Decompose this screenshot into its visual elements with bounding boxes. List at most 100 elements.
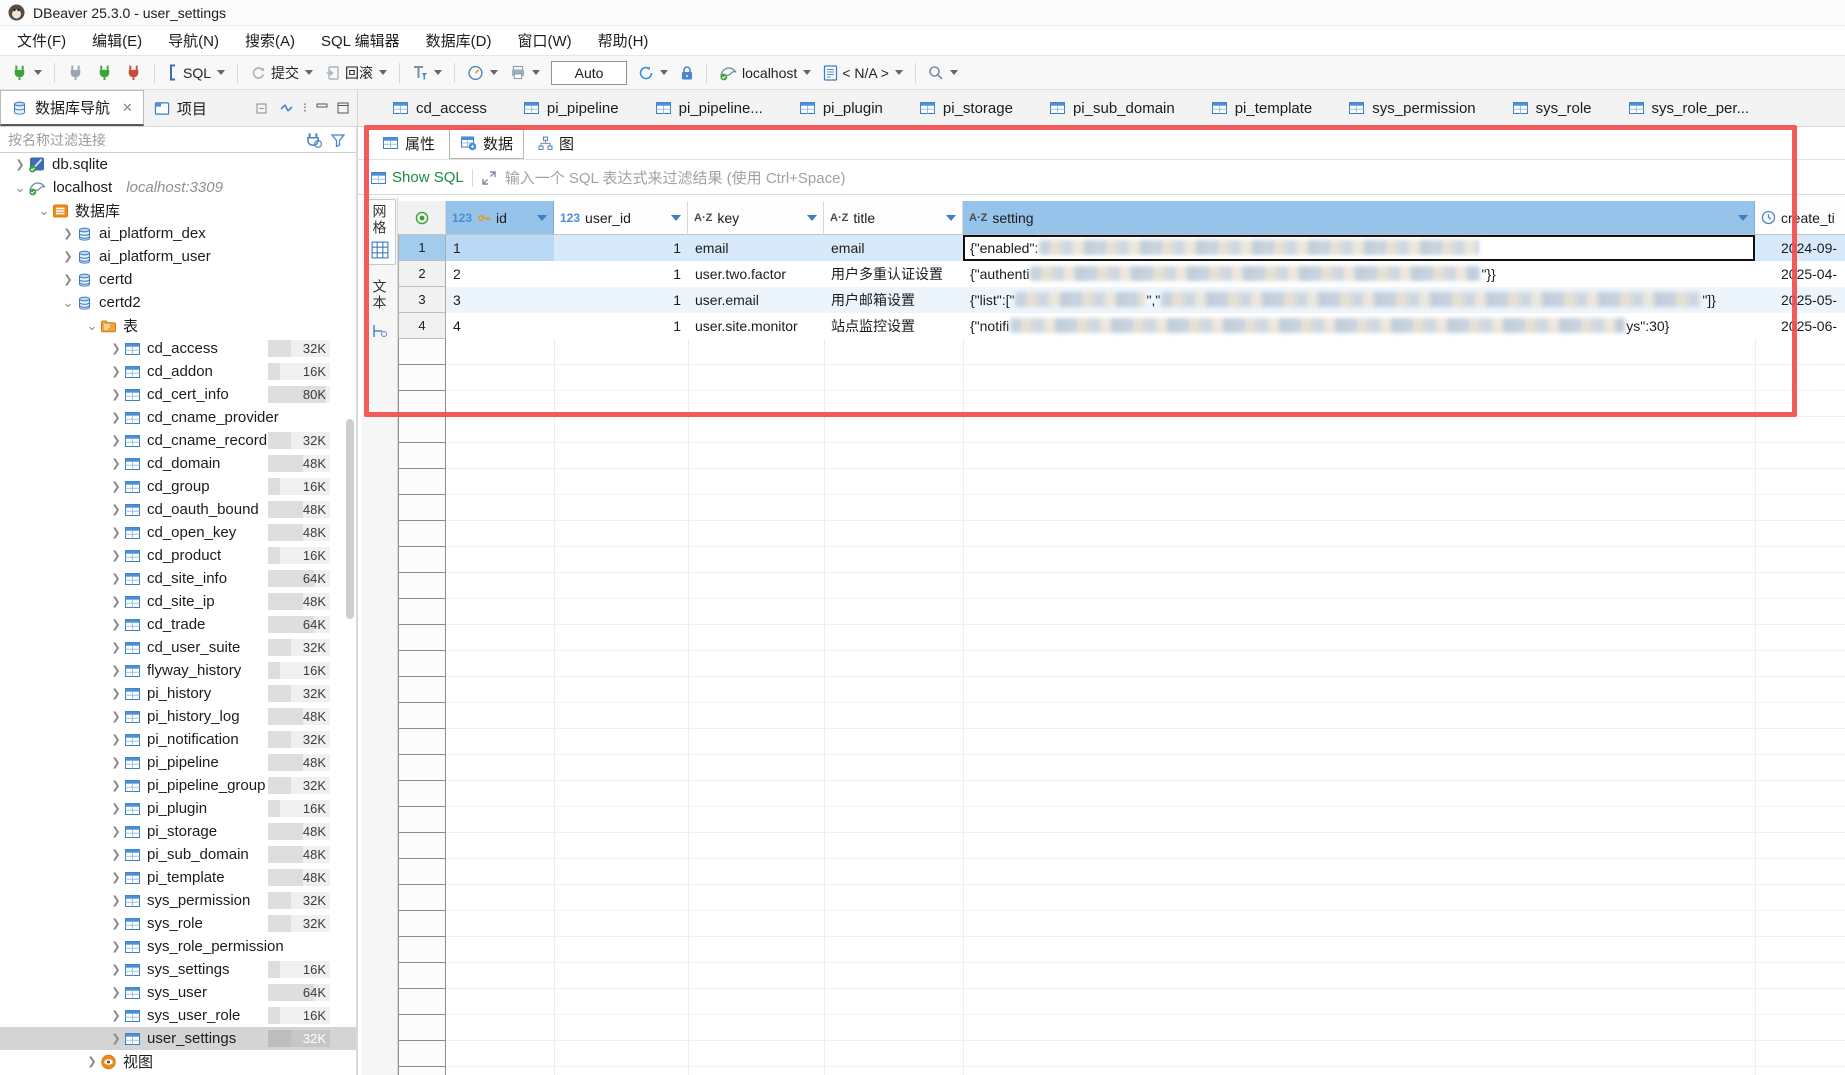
new-connection-button[interactable] — [6, 61, 47, 84]
data-cell[interactable]: 1 — [446, 235, 554, 261]
tree-item-sys_role_permission[interactable]: ❯sys_role_permission — [0, 935, 356, 958]
data-cell[interactable]: 2025-05- — [1755, 287, 1845, 313]
tree-item-certd[interactable]: ❯certd — [0, 268, 356, 291]
tree-item-cd_domain[interactable]: ❯cd_domain48K — [0, 452, 356, 475]
tree-item-视图[interactable]: ❯视图 — [0, 1050, 356, 1073]
editor-tab-pi_storage[interactable]: pi_storage — [903, 90, 1029, 126]
chevron-right-icon[interactable]: ❯ — [108, 526, 124, 539]
tree-item-pi_pipeline_group[interactable]: ❯pi_pipeline_group32K — [0, 774, 356, 797]
tree-item-db.sqlite[interactable]: ❯db.sqlite — [0, 153, 356, 176]
tree-item-cd_cert_info[interactable]: ❯cd_cert_info80K — [0, 383, 356, 406]
search-button[interactable] — [923, 62, 963, 84]
tree-item-ai_platform_user[interactable]: ❯ai_platform_user — [0, 245, 356, 268]
data-cell[interactable]: 2025-04- — [1755, 261, 1845, 287]
performance-button[interactable] — [462, 62, 503, 84]
connection-selector[interactable]: localhost — [714, 62, 816, 84]
chevron-right-icon[interactable]: ❯ — [108, 963, 124, 976]
editor-tab-pi_pipeline[interactable]: pi_pipeline — [507, 90, 635, 126]
empty-row-number-cell[interactable] — [398, 547, 446, 573]
chevron-right-icon[interactable]: ❯ — [108, 710, 124, 723]
tree-item-cd_group[interactable]: ❯cd_group16K — [0, 475, 356, 498]
tree-item-pi_notification[interactable]: ❯pi_notification32K — [0, 728, 356, 751]
chevron-right-icon[interactable]: ❯ — [108, 779, 124, 792]
empty-row-number-cell[interactable] — [398, 391, 446, 417]
empty-row-number-cell[interactable] — [398, 703, 446, 729]
auto-commit-combo[interactable]: Auto — [551, 61, 627, 85]
chevron-right-icon[interactable]: ❯ — [12, 158, 28, 171]
empty-row-number-cell[interactable] — [398, 495, 446, 521]
tree-item-pi_pipeline[interactable]: ❯pi_pipeline48K — [0, 751, 356, 774]
chevron-right-icon[interactable]: ❯ — [108, 1009, 124, 1022]
tree-item-表[interactable]: ⌄表 — [0, 314, 356, 337]
chevron-right-icon[interactable]: ❯ — [108, 986, 124, 999]
tree-item-cd_user_suite[interactable]: ❯cd_user_suite32K — [0, 636, 356, 659]
lock-button[interactable] — [675, 62, 699, 84]
tab-database-navigator[interactable]: 数据库导航 ✕ — [0, 90, 144, 126]
data-cell[interactable]: 1 — [554, 261, 688, 287]
chevron-right-icon[interactable]: ❯ — [108, 917, 124, 930]
tree-item-sys_settings[interactable]: ❯sys_settings16K — [0, 958, 356, 981]
column-header-key[interactable]: A·Zkey — [688, 201, 824, 235]
menu-item-1[interactable]: 编辑(E) — [79, 26, 155, 55]
column-header-setting[interactable]: A·Zsetting — [963, 201, 1755, 235]
tree-item-cd_site_info[interactable]: ❯cd_site_info64K — [0, 567, 356, 590]
data-cell[interactable]: 2 — [446, 261, 554, 287]
data-cell[interactable]: {"authenti"}} — [963, 261, 1755, 287]
editor-tab-pi_plugin[interactable]: pi_plugin — [783, 90, 899, 126]
chevron-right-icon[interactable]: ❯ — [108, 365, 124, 378]
empty-row-number-cell[interactable] — [398, 755, 446, 781]
filter-funnel-icon[interactable] — [330, 131, 346, 149]
chevron-right-icon[interactable]: ❯ — [108, 457, 124, 470]
chevron-right-icon[interactable]: ❯ — [108, 342, 124, 355]
empty-row-number-cell[interactable] — [398, 443, 446, 469]
empty-row-number-cell[interactable] — [398, 781, 446, 807]
close-icon[interactable]: ✕ — [122, 100, 133, 116]
tree-item-cd_product[interactable]: ❯cd_product16K — [0, 544, 356, 567]
connection-filter-input[interactable] — [0, 128, 294, 152]
column-header-id[interactable]: 123id — [446, 201, 554, 235]
database-selector[interactable]: < N/A > — [818, 62, 908, 84]
tree-item-localhost[interactable]: ⌄localhostlocalhost:3309 — [0, 176, 356, 199]
empty-row-number-cell[interactable] — [398, 469, 446, 495]
empty-row-number-cell[interactable] — [398, 859, 446, 885]
data-cell[interactable]: 3 — [446, 287, 554, 313]
chevron-right-icon[interactable]: ❯ — [108, 825, 124, 838]
data-cell[interactable]: user.email — [688, 287, 824, 313]
tree-item-cd_cname_record[interactable]: ❯cd_cname_record32K — [0, 429, 356, 452]
editor-tab-pi_sub_domain[interactable]: pi_sub_domain — [1033, 90, 1191, 126]
column-dropdown-icon[interactable] — [671, 215, 681, 221]
empty-row-number-cell[interactable] — [398, 911, 446, 937]
menu-item-5[interactable]: 数据库(D) — [413, 26, 505, 55]
empty-row-number-cell[interactable] — [398, 833, 446, 859]
column-dropdown-icon[interactable] — [946, 215, 956, 221]
data-cell[interactable]: 1 — [554, 287, 688, 313]
menu-item-7[interactable]: 帮助(H) — [585, 26, 662, 55]
empty-row-number-cell[interactable] — [398, 989, 446, 1015]
tree-item-cd_open_key[interactable]: ❯cd_open_key48K — [0, 521, 356, 544]
empty-row-number-cell[interactable] — [398, 365, 446, 391]
empty-row-number-cell[interactable] — [398, 521, 446, 547]
data-cell[interactable]: 1 — [554, 235, 688, 261]
tree-item-sys_user[interactable]: ❯sys_user64K — [0, 981, 356, 1004]
chevron-right-icon[interactable]: ❯ — [60, 250, 76, 263]
tab-projects[interactable]: 项目 — [144, 90, 217, 126]
data-cell[interactable]: email — [688, 235, 824, 261]
menu-item-6[interactable]: 窗口(W) — [504, 26, 584, 55]
connect-button[interactable] — [62, 61, 89, 84]
menu-item-2[interactable]: 导航(N) — [155, 26, 232, 55]
tree-item-数据库[interactable]: ⌄数据库 — [0, 199, 356, 222]
chevron-right-icon[interactable]: ❯ — [108, 388, 124, 401]
chevron-right-icon[interactable]: ❯ — [60, 227, 76, 240]
tree-item-cd_oauth_bound[interactable]: ❯cd_oauth_bound48K — [0, 498, 356, 521]
empty-row-number-cell[interactable] — [398, 573, 446, 599]
transaction-mode-button[interactable] — [407, 62, 447, 84]
column-header-user_id[interactable]: 123user_id — [554, 201, 688, 235]
sidebar-scrollbar-thumb[interactable] — [346, 419, 354, 619]
tree-item-pi_template[interactable]: ❯pi_template48K — [0, 866, 356, 889]
disconnect-button[interactable] — [120, 61, 147, 84]
reconnect-button[interactable] — [91, 61, 118, 84]
empty-row-number-cell[interactable] — [398, 677, 446, 703]
sql-editor-button[interactable]: SQL — [162, 61, 230, 84]
menu-item-0[interactable]: 文件(F) — [4, 26, 79, 55]
tree-item-pi_history[interactable]: ❯pi_history32K — [0, 682, 356, 705]
